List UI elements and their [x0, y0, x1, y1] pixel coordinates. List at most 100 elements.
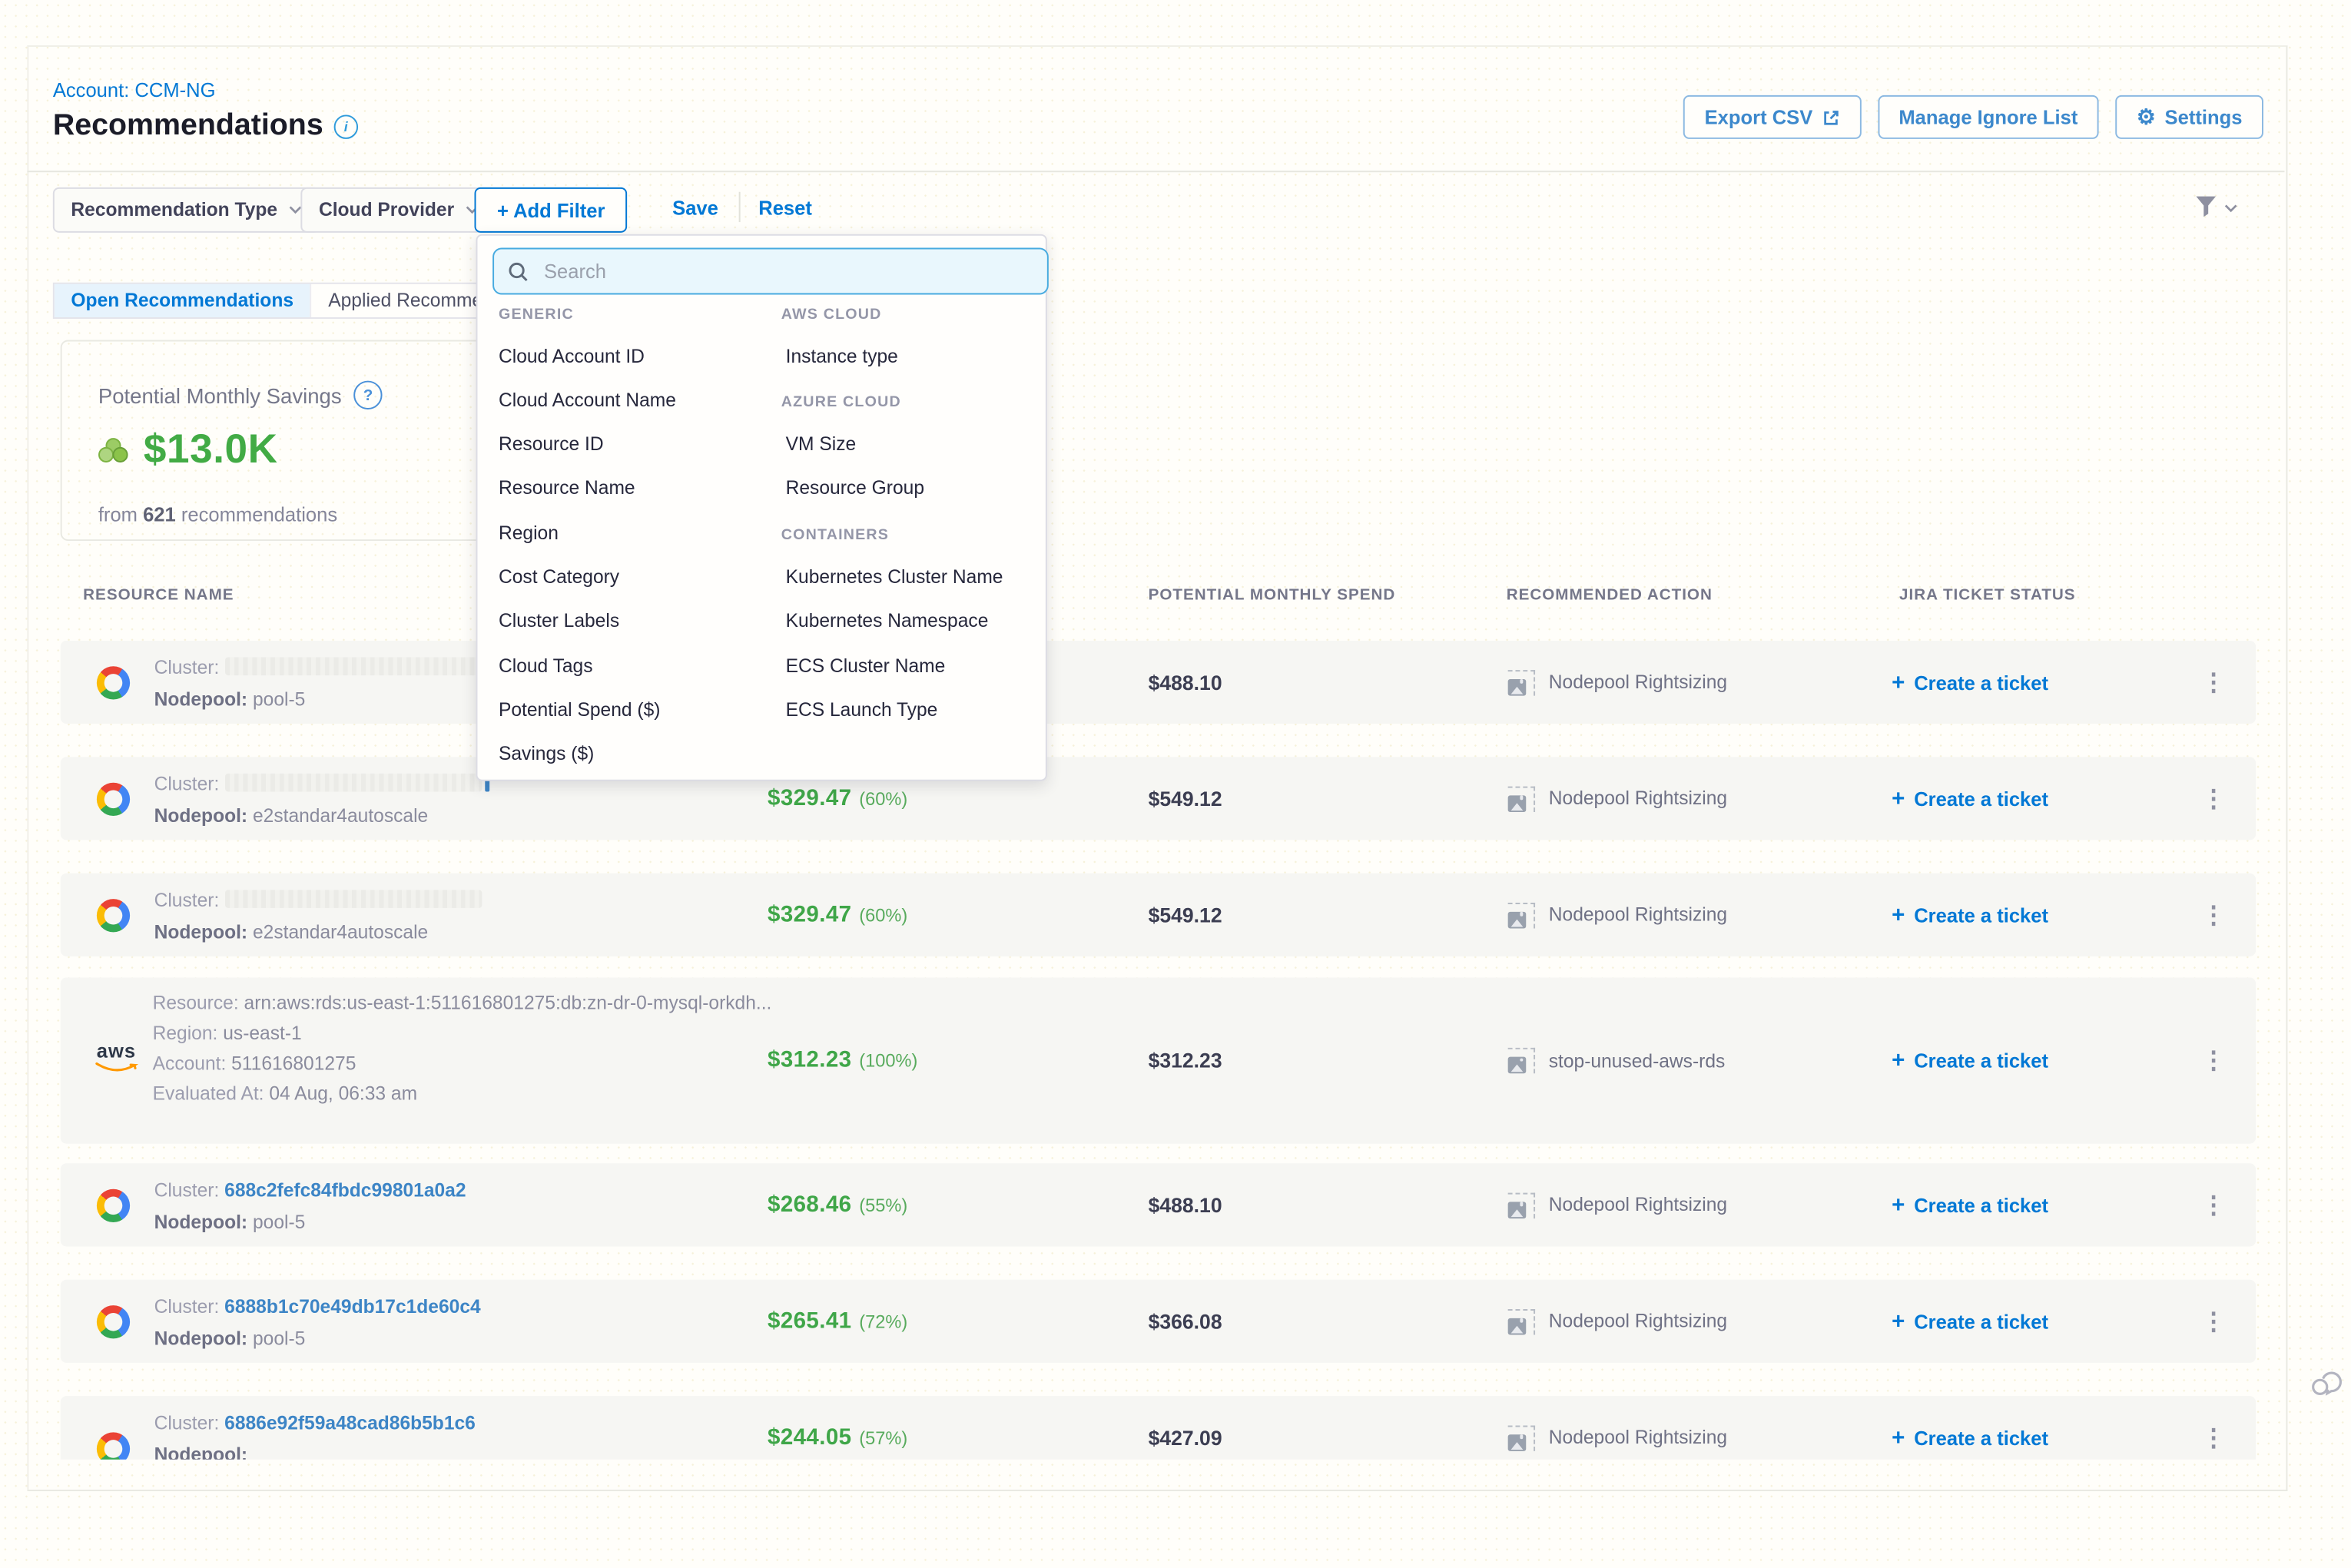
filter-option[interactable]: Cluster Labels [499, 611, 619, 632]
export-csv-button[interactable]: Export CSV [1683, 95, 1861, 139]
filter-option[interactable]: Cost Category [499, 566, 619, 588]
filter-links-divider [739, 192, 741, 222]
gcp-icon [97, 1432, 130, 1459]
dropdown-search[interactable] [492, 248, 1049, 295]
add-filter-button[interactable]: + Add Filter [475, 187, 628, 233]
create-ticket-link[interactable]: +Create a ticket [1892, 1308, 2048, 1334]
create-ticket-link[interactable]: +Create a ticket [1892, 1425, 2048, 1450]
kebab-menu[interactable]: ⋮ [2195, 1046, 2231, 1076]
section-header-containers: CONTAINERS [781, 527, 889, 544]
table-row[interactable]: Cluster: 688c2fefc84fbdc99801a0a2 Nodepo… [61, 1163, 2256, 1246]
filter-option[interactable]: Resource Group [786, 477, 924, 499]
savings-amount: $13.0K [144, 426, 278, 473]
account-breadcrumb[interactable]: Account: CCM-NG [53, 78, 216, 101]
column-header-jira-ticket-status: JIRA TICKET STATUS [1899, 586, 2076, 605]
recommended-action-label: Nodepool Rightsizing [1549, 1195, 1727, 1216]
potential-spend-value: $549.12 [1149, 903, 1222, 926]
export-csv-label: Export CSV [1705, 106, 1813, 128]
image-placeholder-icon [1508, 669, 1535, 694]
table-row[interactable]: aws Resource: arn:aws:rds:us-east-1:5116… [61, 977, 2256, 1143]
create-ticket-link[interactable]: +Create a ticket [1892, 902, 2048, 927]
cluster-link[interactable]: 6888b1c70e49db17c1de60c4 [224, 1296, 481, 1318]
search-input[interactable] [541, 258, 1033, 283]
gcp-icon [97, 1188, 130, 1222]
cluster-link[interactable]: 688c2fefc84fbdc99801a0a2 [224, 1180, 466, 1202]
gcp-icon [97, 898, 130, 931]
redacted-cluster-name [224, 890, 481, 908]
filter-panel-toggle[interactable] [2194, 195, 2238, 220]
table-row[interactable]: Cluster: Nodepool: e2standar4autoscale $… [61, 757, 2256, 840]
filter-option[interactable]: Kubernetes Namespace [786, 611, 989, 632]
filter-option[interactable]: Cloud Account ID [499, 346, 645, 367]
cloud-provider-filter[interactable]: Cloud Provider [300, 187, 496, 233]
recommendation-type-filter[interactable]: Recommendation Type [53, 187, 320, 233]
filter-option[interactable]: ECS Cluster Name [786, 656, 946, 678]
reset-filter-link[interactable]: Reset [758, 197, 812, 219]
filter-option[interactable]: Potential Spend ($) [499, 700, 660, 721]
kebab-menu[interactable]: ⋮ [2195, 1190, 2231, 1220]
external-link-icon [1822, 108, 1840, 127]
info-icon[interactable]: i [333, 114, 357, 138]
save-filter-link[interactable]: Save [672, 197, 718, 219]
filter-option[interactable]: ECS Launch Type [786, 700, 938, 721]
recommendation-type-label: Recommendation Type [71, 200, 277, 221]
chevron-down-icon [2224, 204, 2238, 213]
redacted-cluster-name [224, 774, 481, 792]
page-title-text: Recommendations [53, 109, 323, 144]
manage-ignore-list-label: Manage Ignore List [1898, 106, 2077, 128]
recommended-action-label: Nodepool Rightsizing [1549, 904, 1727, 926]
filter-option[interactable]: Kubernetes Cluster Name [786, 566, 1003, 588]
gear-icon: ⚙ [2137, 104, 2156, 130]
column-header-resource-name: RESOURCE NAME [83, 586, 234, 605]
filter-option[interactable]: Cloud Tags [499, 656, 593, 678]
image-placeholder-icon [1508, 902, 1535, 927]
table-row[interactable]: Cluster: Nodepool: pool-5 $488.10 Nodepo… [61, 641, 2256, 724]
filter-option[interactable]: Cloud Account Name [499, 390, 676, 411]
image-placeholder-icon [1508, 1192, 1535, 1218]
column-header-potential-monthly-spend: POTENTIAL MONTHLY SPEND [1149, 586, 1396, 605]
add-filter-dropdown: GENERIC Cloud Account ID Cloud Account N… [476, 234, 1046, 781]
kebab-menu[interactable]: ⋮ [2195, 1306, 2231, 1336]
create-ticket-link[interactable]: +Create a ticket [1892, 1192, 2048, 1218]
create-ticket-link[interactable]: +Create a ticket [1892, 1048, 2048, 1073]
table-row[interactable]: Cluster: 6886e92f59a48cad86b5b1c6 Nodepo… [61, 1396, 2256, 1460]
help-icon[interactable]: ? [353, 381, 382, 409]
filter-option[interactable]: Resource Name [499, 477, 635, 499]
settings-button[interactable]: ⚙ Settings [2116, 95, 2263, 139]
image-placeholder-icon [1508, 1425, 1535, 1450]
create-ticket-link[interactable]: +Create a ticket [1892, 786, 2048, 811]
filter-option[interactable]: Savings ($) [499, 744, 594, 765]
chat-help-icon[interactable] [2309, 1364, 2345, 1401]
table-row[interactable]: Cluster: Nodepool: e2standar4autoscale $… [61, 874, 2256, 956]
search-icon [508, 260, 529, 282]
table-row[interactable]: Cluster: 6888b1c70e49db17c1de60c4 Nodepo… [61, 1280, 2256, 1363]
kebab-menu[interactable]: ⋮ [2195, 667, 2231, 697]
cluster-link[interactable]: 6886e92f59a48cad86b5b1c6 [224, 1413, 476, 1434]
kebab-menu[interactable]: ⋮ [2195, 1423, 2231, 1453]
kebab-menu[interactable]: ⋮ [2195, 900, 2231, 930]
cloud-provider-label: Cloud Provider [319, 200, 454, 221]
create-ticket-link[interactable]: +Create a ticket [1892, 669, 2048, 694]
filter-option[interactable]: Region [499, 522, 559, 544]
image-placeholder-icon [1508, 1308, 1535, 1334]
potential-monthly-savings-card: Potential Monthly Savings ? $13.0K from … [61, 340, 487, 541]
recommendation-count: 621 [143, 503, 176, 525]
filter-option[interactable]: Instance type [786, 346, 898, 367]
tab-open-recommendations[interactable]: Open Recommendations [55, 284, 310, 317]
filter-option[interactable]: VM Size [786, 433, 857, 455]
savings-subtext: from 621 recommendations [98, 503, 337, 525]
section-header-azure-cloud: AZURE CLOUD [781, 394, 901, 411]
aws-icon: aws [91, 1043, 142, 1074]
add-filter-label: + Add Filter [497, 199, 605, 221]
potential-spend-value: $366.08 [1149, 1310, 1222, 1332]
column-header-recommended-action: RECOMMENDED ACTION [1507, 586, 1713, 605]
filter-option[interactable]: Resource ID [499, 433, 604, 455]
money-pile-icon [95, 434, 131, 464]
recommendations-table: Cluster: Nodepool: pool-5 $488.10 Nodepo… [61, 641, 2256, 1460]
chevron-down-icon [288, 205, 302, 214]
settings-label: Settings [2165, 106, 2243, 128]
kebab-menu[interactable]: ⋮ [2195, 784, 2231, 814]
potential-spend-value: $427.09 [1149, 1426, 1222, 1448]
manage-ignore-list-button[interactable]: Manage Ignore List [1878, 95, 2099, 139]
potential-spend-value: $488.10 [1149, 1194, 1222, 1216]
